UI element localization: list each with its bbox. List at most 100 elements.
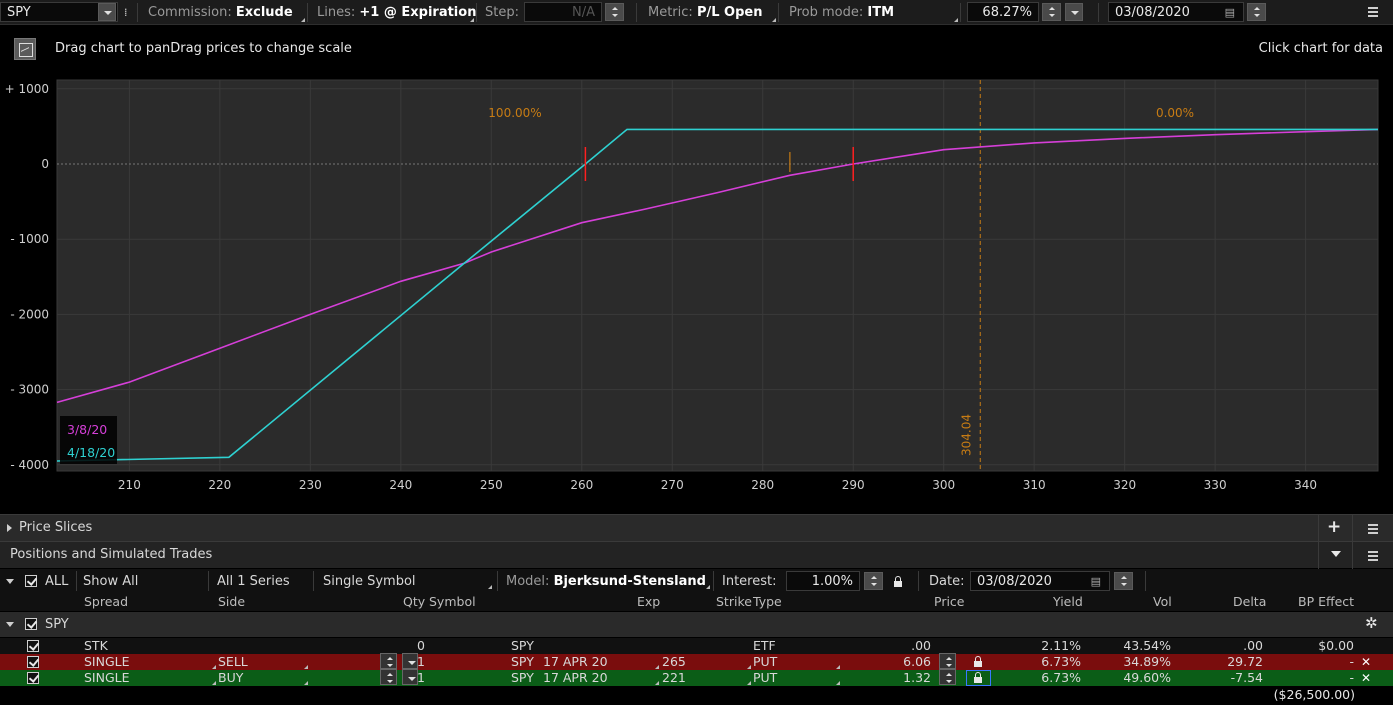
cell-yield: 6.73% [1041,670,1081,685]
qty-spinner[interactable] [380,653,397,669]
collapse-icon[interactable] [1331,551,1341,557]
x-tick-label: 320 [1113,478,1136,492]
prob-percent-spinner[interactable] [1042,3,1061,21]
y-tick-label: 0 [41,157,49,171]
positions-menu-icon[interactable] [1368,551,1378,561]
prob-mode-label: Prob mode: [789,5,864,20]
step-spinner[interactable] [605,3,624,21]
metric-selector[interactable]: Metric: P/L Open [648,0,762,25]
cell-symbol: SPY [511,638,534,653]
cell-strike[interactable]: 221 [662,670,686,686]
cell-side[interactable]: SELL [218,654,248,670]
qty-spinner[interactable] [380,669,397,685]
gear-icon[interactable]: ✲ [1365,614,1378,632]
cell-strike[interactable]: 265 [662,654,686,670]
table-row[interactable]: SINGLE SELL -1 SPY 17 APR 20 265 PUT 6.06 6.73% 3… [0,653,1393,670]
unlock-icon[interactable] [894,576,902,587]
add-icon[interactable]: + [1327,517,1341,537]
symbol-value: SPY [7,5,31,20]
table-row[interactable]: STK 0 SPY ETF .00 2.11% 43.54% .00 $0.00 [0,638,1393,654]
table-row[interactable]: SINGLEBUY+1SPY17 APR 20221PUT1.326.73%49… [0,669,1393,686]
cell-exp[interactable]: 17 APR 20 [543,670,608,686]
cell-vol: 49.60% [1123,670,1171,685]
series-selector[interactable]: All 1 Series [217,574,290,589]
row-checkbox[interactable] [27,656,39,668]
cell-exp[interactable]: 17 APR 20 [543,654,608,670]
qty-dropdown[interactable] [402,669,418,685]
col-strike[interactable]: Strike [716,594,752,609]
y-tick-label: + 1000 [5,82,49,96]
x-tick-label: 220 [208,478,231,492]
x-tick-label: 330 [1204,478,1227,492]
risk-profile-chart[interactable]: 210 220 230 240 250 260 270 280 290 300 310 320 330 3… [0,74,1393,514]
prob-mode-selector[interactable]: Prob mode: ITM [789,0,894,25]
model-selector[interactable]: Model: Bjerksund-Stensland [506,574,706,589]
col-bp-effect[interactable]: BP Effect [1298,594,1354,609]
cell-delta: 29.72 [1227,654,1263,669]
show-all-selector[interactable]: Show All [83,574,138,589]
col-delta[interactable]: Delta [1233,594,1266,609]
cell-spread: SINGLE [84,670,130,685]
row-checkbox[interactable] [27,672,39,684]
col-spread[interactable]: Spread [84,594,128,609]
positions-title: Positions and Simulated Trades [10,547,213,562]
price-slices-menu-icon[interactable] [1368,524,1378,534]
cell-side[interactable]: BUY [218,670,243,686]
price-lock-focus [966,670,991,686]
positions-calendar-icon[interactable]: ▤ [1091,572,1101,592]
toolbar-menu-icon[interactable] [1368,7,1378,17]
group-label: SPY [45,617,69,632]
cell-qty[interactable]: 0 [417,638,425,654]
cell-price[interactable]: .00 [911,638,931,654]
group-chevron-down-icon[interactable] [6,622,14,627]
interest-spinner[interactable] [864,572,883,590]
col-side[interactable]: Side [218,594,245,609]
cell-price[interactable]: 1.32 [903,670,931,686]
lines-selector[interactable]: Lines: +1 @ Expiration [317,0,476,25]
col-qty[interactable]: Qty [403,594,425,609]
remove-row-icon[interactable]: ✕ [1361,654,1371,670]
step-input[interactable]: N/A [524,2,602,22]
qty-dropdown[interactable] [402,653,418,669]
col-yield[interactable]: Yield [1053,594,1083,609]
cell-vol: 34.89% [1123,654,1171,669]
x-tick-label: 270 [661,478,684,492]
plot-area[interactable] [56,79,1379,472]
group-row-spy[interactable]: SPY ✲ [0,612,1393,637]
calendar-icon[interactable]: ▤ [1225,3,1235,23]
date-spinner[interactable] [1247,3,1266,21]
col-vol[interactable]: Vol [1153,594,1172,609]
link-icon[interactable]: ⁞ [124,0,128,25]
col-exp[interactable]: Exp [637,594,660,609]
cell-spread: STK [84,638,108,653]
date-input[interactable]: 03/08/2020 ▤ [1108,2,1244,22]
price-spinner[interactable] [939,653,956,669]
cell-price[interactable]: 6.06 [903,654,931,670]
commission-selector[interactable]: Commission: Exclude [148,0,293,25]
symbol-dropdown-button[interactable] [98,3,116,21]
chart-settings-icon[interactable] [14,38,36,60]
col-type[interactable]: Type [753,594,782,609]
positions-bar[interactable]: Positions and Simulated Trades [0,541,1393,569]
lock-icon[interactable] [974,656,982,667]
all-checkbox[interactable] [25,575,37,587]
positions-date-input[interactable]: 03/08/2020 ▤ [970,571,1110,591]
row-checkbox[interactable] [27,640,39,652]
prob-percent-input[interactable]: 68.27% [967,2,1039,22]
col-symbol[interactable]: Symbol [429,594,476,609]
prob-percent-dropdown[interactable] [1065,3,1083,21]
legend-item: 4/18/20 [67,445,115,460]
remove-row-icon[interactable]: ✕ [1361,670,1371,686]
positions-date-spinner[interactable] [1114,572,1133,590]
single-symbol-selector[interactable]: Single Symbol [323,574,416,589]
price-slices-bar[interactable]: Price Slices + [0,514,1393,542]
price-spinner[interactable] [939,669,956,685]
col-price[interactable]: Price [934,594,965,609]
chevron-right-icon[interactable] [7,524,12,532]
cell-bp: $0.00 [1318,638,1354,653]
chevron-down-icon[interactable] [6,579,14,584]
prob-percent-value: 68.27% [982,5,1032,20]
y-tick-label: - 1000 [10,232,49,246]
interest-input[interactable]: 1.00% [786,571,860,591]
group-checkbox[interactable] [25,618,37,630]
